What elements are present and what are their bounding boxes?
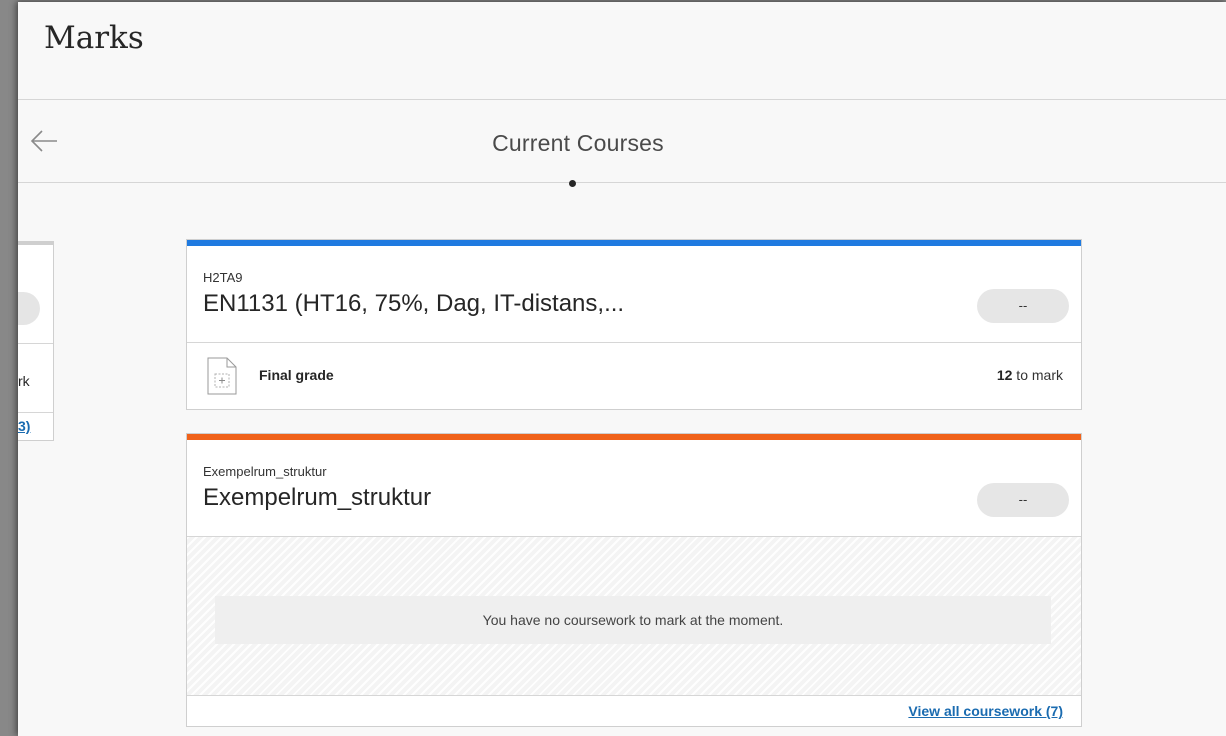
header-divider bbox=[18, 99, 1226, 100]
card-divider bbox=[18, 412, 53, 413]
course-card[interactable]: H2TA9 EN1131 (HT16, 75%, Dag, IT-distans… bbox=[186, 239, 1082, 410]
course-name[interactable]: EN1131 (HT16, 75%, Dag, IT-distans,... bbox=[203, 290, 624, 318]
course-header[interactable]: H2TA9 EN1131 (HT16, 75%, Dag, IT-distans… bbox=[187, 246, 1081, 342]
empty-coursework-area: You have no coursework to mark at the mo… bbox=[187, 537, 1081, 695]
card-divider bbox=[18, 343, 53, 344]
coursework-item[interactable]: Final grade 12 to mark bbox=[187, 343, 1081, 409]
page-title: Marks bbox=[44, 20, 144, 56]
document-icon bbox=[205, 356, 239, 396]
nav-divider bbox=[18, 182, 1226, 183]
previous-course-card[interactable]: rk 3) bbox=[18, 241, 54, 441]
view-all-coursework-link[interactable]: 3) bbox=[18, 418, 30, 434]
grade-pill bbox=[18, 292, 40, 325]
course-header[interactable]: Exempelrum_struktur Exempelrum_struktur … bbox=[187, 440, 1081, 536]
count-suffix: to mark bbox=[1012, 367, 1063, 383]
course-code: H2TA9 bbox=[203, 270, 243, 285]
grade-pill[interactable]: -- bbox=[977, 289, 1069, 323]
empty-message: You have no coursework to mark at the mo… bbox=[215, 596, 1051, 644]
coursework-label: Final grade bbox=[259, 367, 334, 383]
course-name[interactable]: Exempelrum_struktur bbox=[203, 484, 431, 512]
to-mark-count: 12 to mark bbox=[997, 367, 1063, 383]
course-code: Exempelrum_struktur bbox=[203, 464, 327, 479]
card-footer: View all coursework (7) bbox=[187, 696, 1081, 726]
carousel-page-indicator[interactable] bbox=[569, 180, 576, 187]
item-count-text: rk bbox=[18, 373, 30, 389]
count-number: 12 bbox=[996, 367, 1013, 383]
section-title: Current Courses bbox=[492, 130, 664, 156]
view-all-coursework-link[interactable]: View all coursework (7) bbox=[908, 703, 1063, 719]
grade-pill[interactable]: -- bbox=[977, 483, 1069, 517]
course-card[interactable]: Exempelrum_struktur Exempelrum_struktur … bbox=[186, 433, 1082, 727]
marks-panel: Marks Current Courses rk 3) H2TA9 EN1131… bbox=[18, 2, 1226, 736]
